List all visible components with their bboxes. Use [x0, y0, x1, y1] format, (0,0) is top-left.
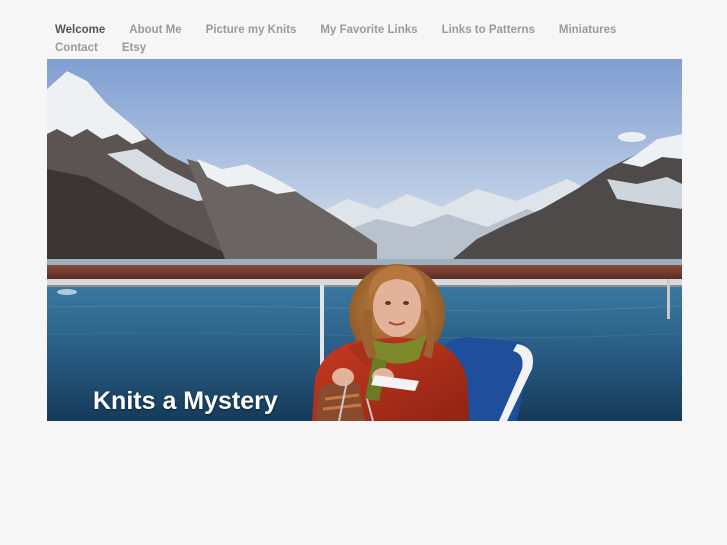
nav-item-about-me[interactable]: About Me [121, 21, 189, 39]
main-nav: Welcome About Me Picture my Knits My Favori… [47, 21, 687, 57]
nav-item-picture-my-knits[interactable]: Picture my Knits [198, 21, 305, 39]
nav-item-welcome[interactable]: Welcome [47, 21, 113, 39]
nav-item-my-favorite-links[interactable]: My Favorite Links [312, 21, 425, 39]
banner-photo [47, 59, 682, 421]
header-banner: Knits a Mystery [47, 59, 682, 421]
nav-item-contact[interactable]: Contact [47, 39, 106, 57]
nav-item-links-to-patterns[interactable]: Links to Patterns [434, 21, 543, 39]
nav-item-miniatures[interactable]: Miniatures [551, 21, 625, 39]
site-title: Knits a Mystery [93, 387, 278, 415]
nav-item-etsy[interactable]: Etsy [114, 39, 154, 57]
